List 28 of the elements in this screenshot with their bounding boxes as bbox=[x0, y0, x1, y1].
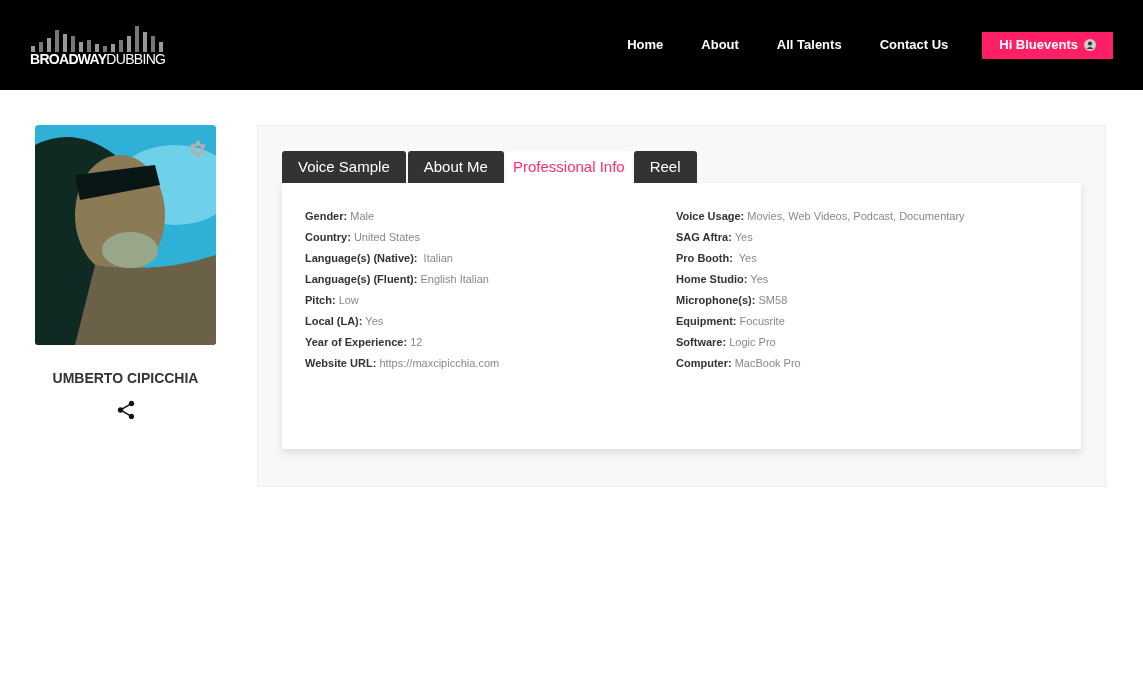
info-line: Year of Experience: 12 bbox=[305, 335, 424, 349]
info-line: Equipment: Focusrite bbox=[676, 314, 786, 328]
info-line: Local (LA): Yes bbox=[305, 314, 385, 328]
info-line: Software: Logic Pro bbox=[676, 335, 777, 349]
info-line: Microphone(s): SM58 bbox=[676, 293, 789, 307]
nav-link[interactable]: Home bbox=[608, 35, 683, 55]
nav-link[interactable]: Contact Us bbox=[860, 35, 968, 55]
info-line: Language(s) (Fluent): English Italian bbox=[305, 272, 490, 286]
info-line: Pitch: Low bbox=[305, 293, 360, 307]
info-line: Website URL: https://maxcipicchia.com bbox=[305, 356, 501, 370]
tab[interactable]: Professional Info bbox=[505, 151, 632, 183]
info-line: Language(s) (Native): Italian bbox=[305, 251, 454, 265]
talent-name: UMBERTO CIPICCHIA bbox=[52, 369, 199, 388]
info-line: Voice Usage: Movies, Web Videos, Podcast, Documentary bbox=[676, 209, 966, 223]
info-line: Computer: MacBook Pro bbox=[676, 356, 802, 370]
info-line: Country: United States bbox=[305, 230, 421, 244]
tab[interactable]: Reel bbox=[633, 151, 697, 183]
user-icon bbox=[1084, 39, 1096, 51]
nav-link[interactable]: All Talents bbox=[757, 35, 861, 55]
tab[interactable]: About Me bbox=[407, 151, 504, 183]
info-line: Home Studio: Yes bbox=[676, 272, 770, 286]
info-line: Pro Booth: Yes bbox=[676, 251, 758, 265]
account-button[interactable]: Hi Bluevents bbox=[982, 31, 1113, 59]
logo-text[interactable]: BROADWAYDUBBING bbox=[30, 52, 166, 66]
info-line: Gender: Male bbox=[305, 209, 376, 223]
info-line: SAG Aftra: Yes bbox=[676, 230, 754, 244]
nav-link[interactable]: About bbox=[682, 35, 758, 55]
tab[interactable]: Voice Sample bbox=[282, 151, 406, 183]
